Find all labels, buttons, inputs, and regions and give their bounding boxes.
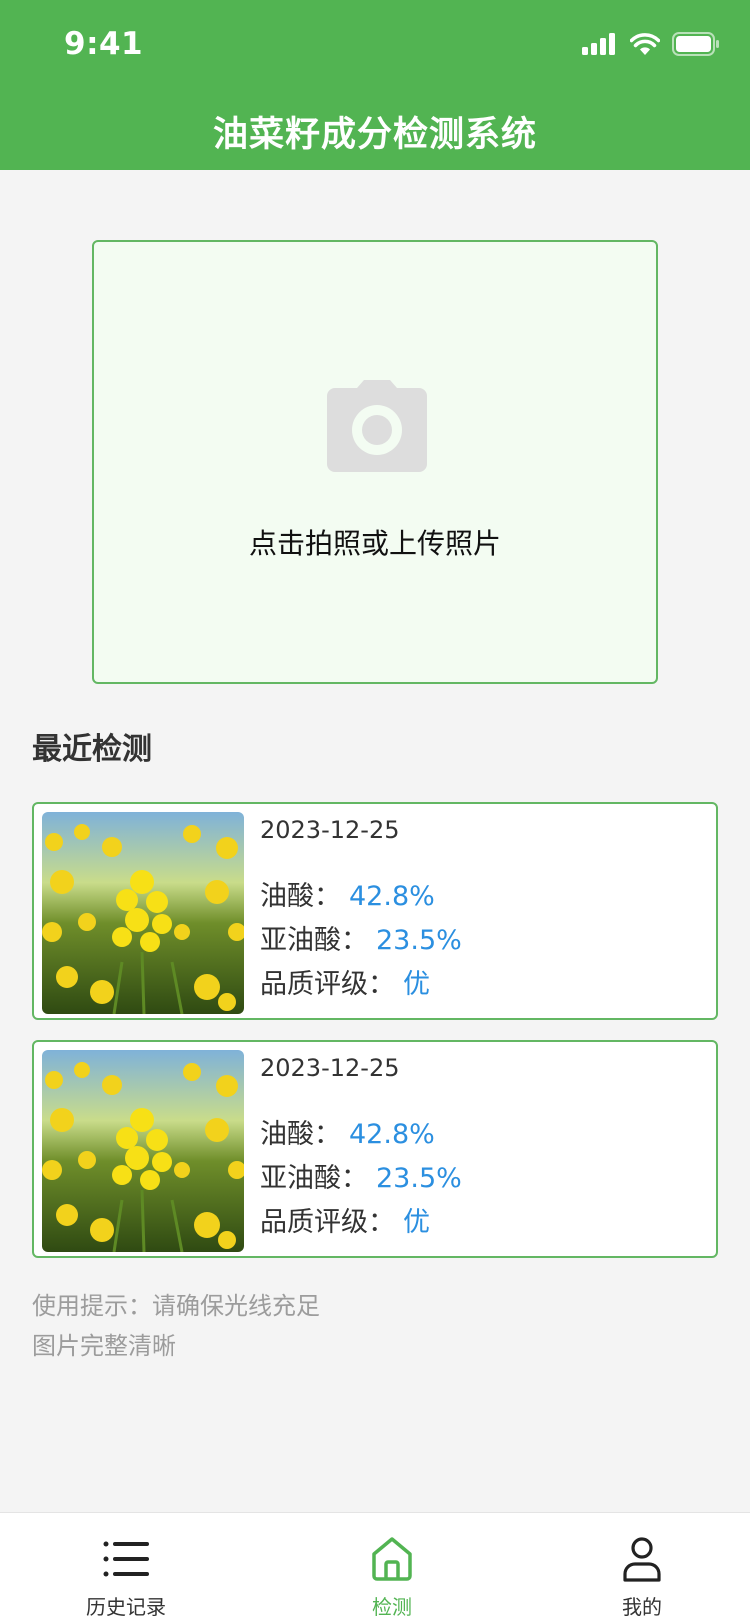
bottom-tab-bar: 历史记录 检测 我的 bbox=[0, 1512, 750, 1624]
linoleic-row: 亚油酸： 23.5% bbox=[260, 918, 462, 957]
status-icons bbox=[582, 32, 720, 56]
grade-row: 品质评级： 优 bbox=[260, 1200, 430, 1239]
tab-mine[interactable]: 我的 bbox=[552, 1513, 732, 1624]
user-icon bbox=[623, 1537, 661, 1582]
linoleic-row: 亚油酸： 23.5% bbox=[260, 1156, 462, 1195]
rapeseed-photo bbox=[42, 1050, 244, 1252]
record-date: 2023-12-25 bbox=[260, 816, 400, 844]
record-card[interactable]: 2023-12-25 油酸： 42.8% 亚油酸： 23.5% 品质评级： 优 bbox=[32, 1040, 718, 1258]
upload-prompt: 点击拍照或上传照片 bbox=[248, 527, 501, 560]
recent-section-title: 最近检测 bbox=[32, 732, 152, 767]
home-icon bbox=[372, 1537, 412, 1581]
wifi-icon bbox=[630, 33, 660, 55]
tips-line-1: 使用提示：请确保光线充足 bbox=[32, 1292, 320, 1320]
tips-line-2: 图片完整清晰 bbox=[32, 1332, 176, 1360]
usage-tips: 使用提示：请确保光线充足 图片完整清晰 bbox=[32, 1286, 320, 1366]
tab-mine-label: 我的 bbox=[622, 1595, 662, 1619]
record-card[interactable]: 2023-12-25 油酸： 42.8% 亚油酸： 23.5% 品质评级： 优 bbox=[32, 802, 718, 1020]
linoleic-label: 亚油酸： bbox=[260, 1163, 368, 1194]
page-title: 油菜籽成分检测系统 bbox=[212, 115, 537, 155]
tab-detect-label: 检测 bbox=[372, 1595, 412, 1619]
tab-history-label: 历史记录 bbox=[86, 1595, 166, 1619]
battery-icon bbox=[672, 32, 719, 56]
upload-photo-area[interactable]: 点击拍照或上传照片 bbox=[92, 240, 658, 684]
status-time: 9:41 bbox=[64, 26, 144, 62]
tab-detect[interactable]: 检测 bbox=[302, 1513, 482, 1624]
grade-value: 优 bbox=[403, 1207, 430, 1238]
linoleic-label: 亚油酸： bbox=[260, 925, 368, 956]
oleic-label: 油酸： bbox=[260, 881, 341, 912]
list-icon bbox=[103, 1541, 149, 1577]
rapeseed-photo bbox=[42, 812, 244, 1014]
oleic-value: 42.8% bbox=[349, 1119, 435, 1150]
oleic-row: 油酸： 42.8% bbox=[260, 1112, 435, 1151]
grade-row: 品质评级： 优 bbox=[260, 962, 430, 1001]
linoleic-value: 23.5% bbox=[376, 925, 462, 956]
grade-label: 品质评级： bbox=[260, 1207, 395, 1238]
signal-icon bbox=[582, 33, 615, 55]
tab-history[interactable]: 历史记录 bbox=[36, 1513, 216, 1624]
grade-label: 品质评级： bbox=[260, 969, 395, 1000]
app-header: 9:41 油菜籽成分检测系统 bbox=[0, 0, 750, 170]
oleic-label: 油酸： bbox=[260, 1119, 341, 1150]
oleic-row: 油酸： 42.8% bbox=[260, 874, 435, 913]
grade-value: 优 bbox=[403, 969, 430, 1000]
oleic-value: 42.8% bbox=[349, 881, 435, 912]
linoleic-value: 23.5% bbox=[376, 1163, 462, 1194]
camera-icon bbox=[327, 380, 427, 472]
record-date: 2023-12-25 bbox=[260, 1054, 400, 1082]
